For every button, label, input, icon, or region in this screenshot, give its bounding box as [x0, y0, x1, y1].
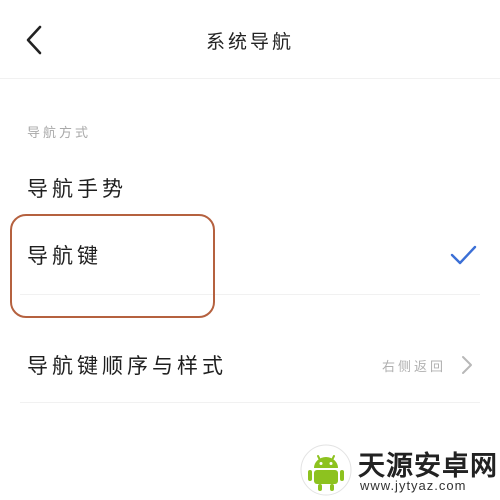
option-gesture-navigation[interactable]: 导航手势 — [0, 160, 500, 214]
option-navigation-keys[interactable]: 导航键 — [20, 216, 480, 295]
row-value: 右侧返回 — [381, 360, 446, 375]
checkmark-icon — [450, 245, 477, 265]
watermark-url: www.jytyaz.com — [360, 478, 467, 493]
option-label: 导航键 — [27, 244, 102, 268]
option-label: 导航手势 — [27, 177, 127, 201]
top-bar: 系统导航 — [0, 0, 500, 79]
section-header: 导航方式 — [27, 126, 92, 141]
page-title: 系统导航 — [205, 31, 294, 53]
settings-screen: 系统导航 导航方式 导航手势 导航键 导航键顺序与样式 右侧返回 天源安卓网 w… — [0, 0, 500, 500]
chevron-right-icon — [462, 356, 472, 374]
android-robot-icon — [300, 444, 352, 496]
navigation-key-order-row[interactable]: 导航键顺序与样式 右侧返回 — [20, 330, 480, 403]
row-label: 导航键顺序与样式 — [27, 354, 227, 378]
watermark: 天源安卓网 www.jytyaz.com — [300, 440, 498, 498]
